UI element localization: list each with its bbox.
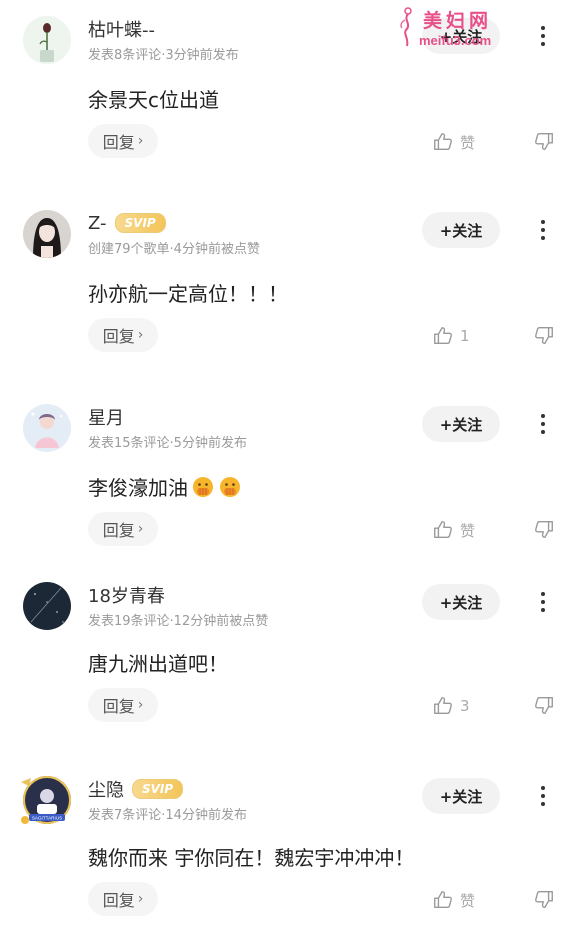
- follow-button[interactable]: +关注: [422, 212, 500, 248]
- comment-content: 魏你而来 宇你同在！魏宏宇冲冲冲！: [88, 846, 415, 870]
- reply-button[interactable]: 回复 ›: [88, 512, 158, 546]
- comment-meta: 发表7条评论·14分钟前发布: [88, 808, 247, 823]
- reply-button[interactable]: 回复 ›: [88, 124, 158, 158]
- avatar[interactable]: SAGITTARIUS: [21, 776, 71, 824]
- like-button[interactable]: 1: [432, 324, 470, 348]
- username-row: 18岁青春: [88, 583, 165, 607]
- chevron-right-icon: ›: [137, 891, 144, 907]
- svip-badge: SVIP: [132, 779, 184, 799]
- comment-text: 余景天c位出道: [88, 84, 219, 113]
- like-count: 赞: [460, 891, 476, 910]
- fist-emoji-icon: [220, 476, 240, 497]
- comment-meta: 发表8条评论·3分钟前发布: [88, 48, 239, 63]
- comment-content: 孙亦航一定高位！！！: [88, 282, 288, 306]
- reply-label: 回复: [102, 891, 135, 910]
- chevron-right-icon: ›: [137, 133, 144, 149]
- dislike-button[interactable]: [533, 130, 555, 152]
- like-count: 3: [460, 697, 470, 715]
- follow-button[interactable]: +关注: [422, 778, 500, 814]
- chevron-right-icon: ›: [137, 697, 144, 713]
- comment-meta: 创建79个歌单·4分钟前被点赞: [88, 242, 260, 257]
- comment-meta: 发表15条评论·5分钟前发布: [88, 436, 247, 451]
- thumbs-up-icon: [434, 697, 452, 715]
- dislike-button[interactable]: [533, 518, 555, 540]
- username[interactable]: 18岁青春: [88, 582, 165, 608]
- thumbs-up-icon: [434, 891, 452, 909]
- comment-content: 余景天c位出道: [88, 88, 219, 112]
- follow-button[interactable]: +关注: [422, 406, 500, 442]
- figure-logo-icon: [400, 7, 412, 47]
- thumbs-up-icon: [434, 521, 452, 539]
- more-options-icon[interactable]: [531, 22, 555, 50]
- username-row: 尘隐 SVIP: [88, 776, 184, 802]
- comment-content: 李俊濠加油: [88, 476, 188, 500]
- reply-label: 回复: [102, 133, 135, 152]
- thumbs-up-icon: [434, 327, 452, 345]
- like-count: 赞: [460, 521, 476, 540]
- more-options-icon[interactable]: [531, 782, 555, 810]
- avatar[interactable]: [23, 404, 71, 452]
- fist-emoji-icon: [193, 476, 213, 497]
- username-row: 星月: [88, 405, 124, 429]
- like-button[interactable]: 赞: [432, 130, 475, 154]
- username-row: Z- SVIP: [88, 211, 166, 235]
- sagittarius-avatar-icon: SAGITTARIUS: [21, 776, 71, 824]
- svip-badge: SVIP: [114, 213, 166, 233]
- reply-button[interactable]: 回复 ›: [88, 688, 158, 722]
- reply-label: 回复: [102, 697, 135, 716]
- comment-meta: 发表19条评论·12分钟前被点赞: [88, 614, 269, 629]
- like-count: 1: [460, 327, 470, 345]
- avatar-text: SAGITTARIUS: [32, 816, 62, 821]
- like-button[interactable]: 赞: [432, 518, 475, 542]
- comment-text: 李俊濠加油: [88, 472, 242, 501]
- chevron-right-icon: ›: [137, 327, 144, 343]
- thumbs-down-icon: [535, 520, 553, 538]
- girl-portrait-avatar-icon: [23, 210, 71, 258]
- plant-avatar-icon: [23, 16, 71, 64]
- comment-content: 唐九洲出道吧！: [88, 652, 228, 676]
- site-watermark: 美妇网 meifu3.com: [397, 4, 527, 54]
- chevron-right-icon: ›: [137, 521, 144, 537]
- thumbs-up-icon: [434, 133, 452, 151]
- thumbs-down-icon: [535, 326, 553, 344]
- comment-text: 魏你而来 宇你同在！魏宏宇冲冲冲！: [88, 842, 414, 871]
- thumbs-down-icon: [535, 696, 553, 714]
- avatar[interactable]: [23, 210, 71, 258]
- follow-button[interactable]: +关注: [422, 584, 500, 620]
- like-button[interactable]: 赞: [432, 888, 475, 912]
- more-options-icon[interactable]: [531, 216, 555, 244]
- like-button[interactable]: 3: [432, 694, 470, 718]
- username[interactable]: 尘隐: [88, 776, 124, 802]
- username[interactable]: 枯叶蝶--: [88, 16, 155, 42]
- like-count: 赞: [460, 133, 476, 152]
- more-options-icon[interactable]: [531, 588, 555, 616]
- username[interactable]: 星月: [88, 404, 124, 430]
- comment-text: 孙亦航一定高位！！！: [88, 278, 288, 307]
- more-options-icon[interactable]: [531, 410, 555, 438]
- reply-button[interactable]: 回复 ›: [88, 882, 158, 916]
- reply-button[interactable]: 回复 ›: [88, 318, 158, 352]
- watermark-text: 美妇网: [423, 10, 493, 32]
- night-sky-avatar-icon: [23, 582, 71, 630]
- username-row: 枯叶蝶--: [88, 17, 155, 41]
- thumbs-down-icon: [535, 132, 553, 150]
- avatar[interactable]: [23, 16, 71, 64]
- illustration-avatar-icon: [23, 404, 71, 452]
- thumbs-down-icon: [535, 890, 553, 908]
- dislike-button[interactable]: [533, 324, 555, 346]
- dislike-button[interactable]: [533, 694, 555, 716]
- comment-text: 唐九洲出道吧！: [88, 648, 228, 677]
- watermark-url: meifu3.com: [419, 33, 492, 48]
- reply-label: 回复: [102, 327, 135, 346]
- reply-label: 回复: [102, 521, 135, 540]
- username[interactable]: Z-: [88, 213, 107, 234]
- avatar[interactable]: [23, 582, 71, 630]
- dislike-button[interactable]: [533, 888, 555, 910]
